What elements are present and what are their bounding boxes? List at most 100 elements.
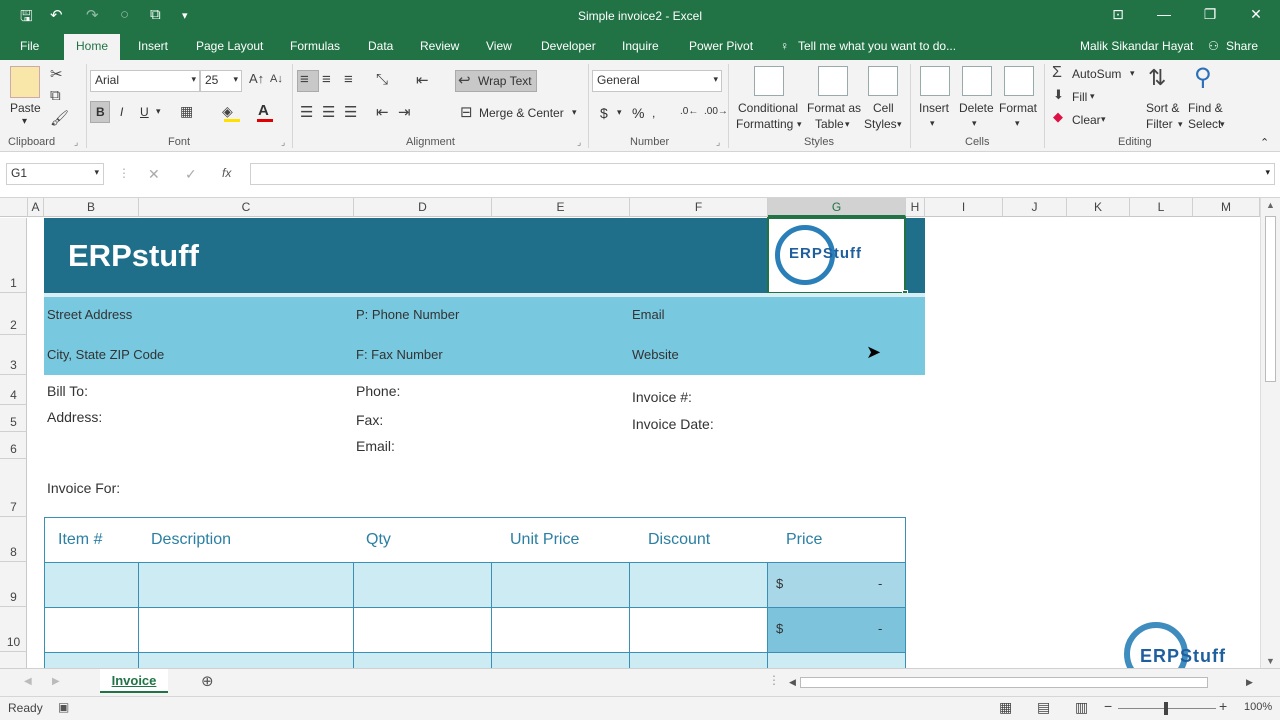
currency-dropdown-icon[interactable]: ▾ — [617, 107, 622, 118]
row-header-1[interactable]: 1 — [0, 218, 27, 293]
chevron-down-icon[interactable]: ▾ — [845, 119, 850, 130]
insert-cells-icon[interactable] — [920, 66, 950, 96]
bottom-align-icon[interactable]: ≡ — [344, 71, 353, 88]
sort-filter-label-1[interactable]: Sort & — [1146, 101, 1179, 115]
clear-button[interactable]: Clear — [1072, 113, 1101, 127]
insert-function-icon[interactable]: fx — [222, 166, 231, 180]
share-icon[interactable]: ⚇ — [1208, 39, 1219, 53]
number-launcher-icon[interactable]: ⌟ — [716, 137, 720, 148]
column-header-d[interactable]: D — [354, 198, 492, 217]
sort-filter-icon[interactable]: ⇅ — [1148, 65, 1166, 91]
prev-sheet-icon[interactable]: ◀ — [24, 676, 32, 687]
row-header-10[interactable]: 10 — [0, 607, 27, 652]
middle-align-icon[interactable]: ≡ — [322, 71, 331, 88]
table-header-qty[interactable]: Qty — [366, 531, 391, 549]
currency-button[interactable]: $ — [600, 105, 608, 121]
column-header-a[interactable]: A — [28, 198, 44, 217]
chevron-down-icon[interactable]: ▾ — [1178, 119, 1183, 130]
tab-view[interactable]: View — [486, 39, 512, 53]
borders-icon[interactable]: ▦ — [180, 103, 193, 120]
format-as-table-icon[interactable] — [818, 66, 848, 96]
row-header-7[interactable]: 7 — [0, 459, 27, 517]
autosum-button[interactable]: AutoSum — [1072, 67, 1121, 81]
invoice-date-label[interactable]: Invoice Date: — [632, 416, 714, 432]
tab-formulas[interactable]: Formulas — [290, 39, 340, 53]
page-layout-view-icon[interactable]: ▤ — [1037, 699, 1050, 716]
italic-button[interactable]: I — [120, 105, 123, 119]
zoom-out-icon[interactable]: − — [1104, 698, 1112, 714]
table-header-discount[interactable]: Discount — [648, 531, 710, 549]
tell-me-box[interactable]: Tell me what you want to do... — [798, 39, 956, 53]
shrink-font-icon[interactable]: A↓ — [270, 73, 283, 85]
scroll-up-icon[interactable]: ▲ — [1266, 200, 1275, 210]
conditional-formatting-label-1[interactable]: Conditional — [738, 101, 798, 115]
font-name-select[interactable]: Arial ▾ — [90, 70, 200, 92]
bill-to-label[interactable]: Bill To: — [47, 383, 88, 399]
comma-style-icon[interactable]: , — [652, 106, 655, 120]
address-label[interactable]: Address: — [47, 409, 102, 425]
align-right-icon[interactable]: ☰ — [344, 103, 357, 121]
chevron-down-icon[interactable]: ▾ — [897, 119, 902, 130]
orientation-icon[interactable]: ⤡ — [376, 71, 388, 88]
ribbon-display-icon[interactable]: ⊡ — [1108, 6, 1128, 23]
invoice-for-label[interactable]: Invoice For: — [47, 480, 120, 496]
grow-font-icon[interactable]: A↑ — [249, 71, 264, 86]
fax-number-header[interactable]: F: Fax Number — [356, 347, 443, 362]
price-value-row-2[interactable]: - — [878, 621, 882, 636]
select-all-corner[interactable] — [0, 198, 28, 217]
scroll-right-icon[interactable]: ▶ — [1246, 677, 1253, 688]
find-select-icon[interactable]: ⚲ — [1194, 63, 1212, 92]
merge-center-button[interactable]: Merge & Center — [479, 106, 564, 120]
find-select-label-2[interactable]: Select — [1188, 117, 1221, 131]
table-header-price[interactable]: Price — [786, 531, 822, 549]
normal-view-icon[interactable]: ▦ — [999, 699, 1012, 716]
row-header-2[interactable]: 2 — [0, 293, 27, 335]
tab-insert[interactable]: Insert — [138, 39, 168, 53]
name-box[interactable]: G1 ▾ — [6, 163, 104, 185]
alignment-launcher-icon[interactable]: ⌟ — [577, 137, 581, 148]
share-button[interactable]: Share — [1226, 39, 1258, 53]
horizontal-scroll-thumb[interactable] — [800, 677, 1208, 688]
new-sheet-icon[interactable]: ⊕ — [201, 672, 214, 690]
tab-data[interactable]: Data — [368, 39, 393, 53]
row-header-9[interactable]: 9 — [0, 562, 27, 607]
wrap-text-button[interactable]: Wrap Text — [478, 74, 532, 88]
chevron-down-icon[interactable]: ▾ — [1220, 119, 1225, 130]
chevron-down-icon[interactable]: ▾ — [1090, 91, 1095, 102]
tab-developer[interactable]: Developer — [541, 39, 596, 53]
top-align-icon[interactable]: ≡ — [300, 71, 309, 88]
zoom-in-icon[interactable]: + — [1219, 698, 1227, 714]
chevron-down-icon[interactable]: ▾ — [1101, 114, 1106, 125]
price-currency-row-2[interactable]: $ — [776, 621, 783, 636]
column-header-f[interactable]: F — [630, 198, 768, 217]
phone-number-header[interactable]: P: Phone Number — [356, 307, 459, 322]
tab-inquire[interactable]: Inquire — [622, 39, 659, 53]
format-painter-icon[interactable]: 🖌 — [50, 109, 69, 127]
user-name[interactable]: Malik Sikandar Hayat — [1080, 39, 1193, 53]
rtl-icon[interactable]: ⇤ — [416, 71, 429, 89]
phone-label[interactable]: Phone: — [356, 383, 400, 399]
table-header-item[interactable]: Item # — [58, 531, 102, 549]
sort-filter-label-2[interactable]: Filter — [1146, 117, 1173, 131]
font-color-icon[interactable]: A — [258, 102, 269, 119]
insert-cells-button[interactable]: Insert — [919, 101, 949, 115]
tab-file[interactable]: File — [20, 39, 39, 53]
align-center-icon[interactable]: ☰ — [322, 103, 335, 121]
price-currency-row-1[interactable]: $ — [776, 576, 783, 591]
scroll-down-icon[interactable]: ▼ — [1266, 656, 1275, 666]
increase-decimal-icon[interactable]: .0← — [680, 106, 698, 117]
worksheet-grid[interactable]: A B C D E F G H I J K L M 1 2 3 4 5 6 7 … — [0, 198, 1260, 668]
column-header-h[interactable]: H — [906, 198, 925, 217]
underline-button[interactable]: U — [140, 105, 149, 119]
tab-page-layout[interactable]: Page Layout — [196, 39, 263, 53]
logo-cell-g1[interactable]: ERPStuff — [767, 217, 908, 296]
delete-cells-icon[interactable] — [962, 66, 992, 96]
number-format-select[interactable]: General ▾ — [592, 70, 722, 92]
delete-cells-button[interactable]: Delete — [959, 101, 994, 115]
merge-dropdown-icon[interactable]: ▾ — [572, 107, 577, 118]
bold-button[interactable]: B — [96, 105, 105, 119]
cell-styles-label-2[interactable]: Styles — [864, 117, 897, 131]
chevron-down-icon[interactable]: ▾ — [1130, 68, 1135, 79]
row-header-11[interactable] — [0, 652, 27, 668]
chevron-down-icon[interactable]: ▾ — [972, 118, 977, 129]
